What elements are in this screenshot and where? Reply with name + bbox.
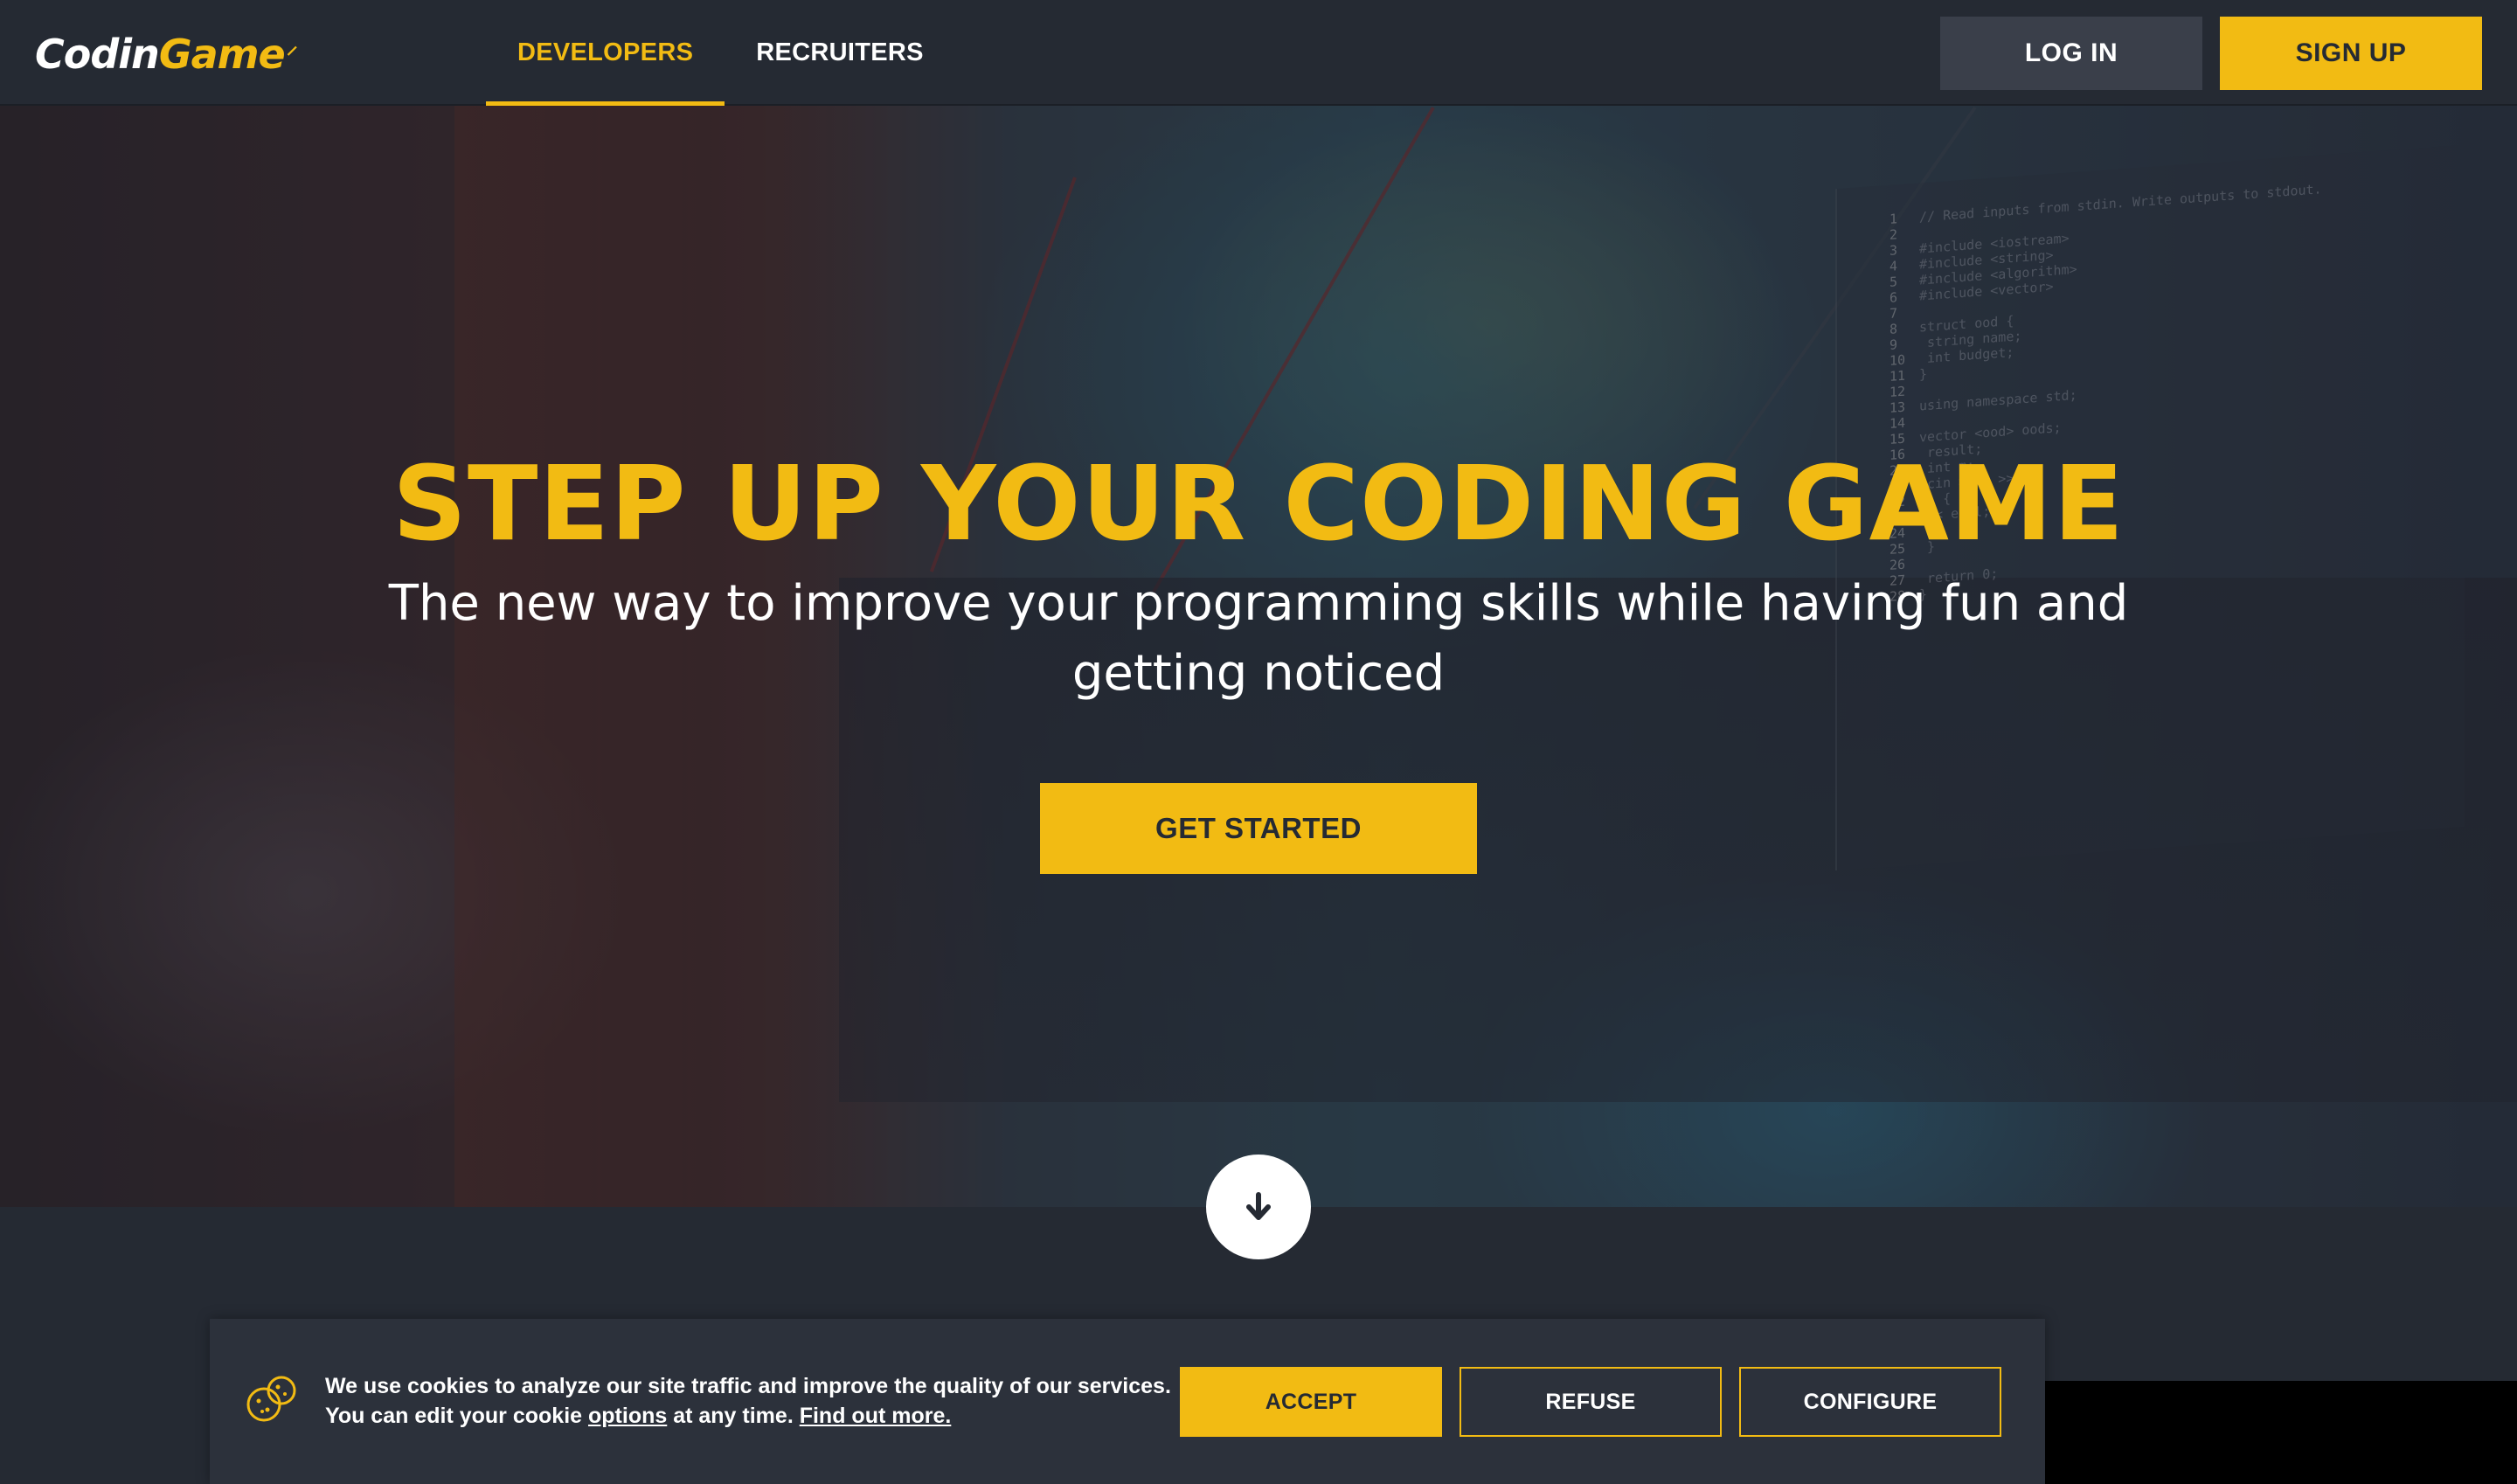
get-started-button[interactable]: GET STARTED <box>1040 783 1477 874</box>
cookie-text-segment: at any time. <box>667 1404 800 1428</box>
tab-recruiters-label: RECRUITERS <box>756 38 924 66</box>
accept-cookies-button[interactable]: ACCEPT <box>1180 1367 1442 1437</box>
refuse-cookies-button[interactable]: REFUSE <box>1460 1367 1722 1437</box>
top-navbar: Codin Game ⸝ DEVELOPERS RECRUITERS LOG IN … <box>0 0 2517 106</box>
hero-title: STEP UP YOUR CODING GAME <box>392 443 2125 564</box>
login-button[interactable]: LOG IN <box>1940 17 2202 90</box>
scroll-down-button[interactable] <box>1206 1155 1311 1259</box>
cookie-icon <box>246 1376 296 1422</box>
tab-developers-label: DEVELOPERS <box>517 38 694 66</box>
tab-recruiters[interactable]: RECRUITERS <box>725 0 955 106</box>
codingame-logo[interactable]: Codin Game ⸝ <box>35 28 298 80</box>
logo-text-part1: Codin <box>35 31 160 78</box>
dark-corner-block <box>2045 1381 2517 1484</box>
tab-developers[interactable]: DEVELOPERS <box>486 0 725 106</box>
signup-button[interactable]: SIGN UP <box>2220 17 2482 90</box>
cookie-banner: We use cookies to analyze our site traff… <box>210 1319 2045 1484</box>
logo-text-part2: Game <box>158 31 286 78</box>
arrow-down-icon <box>1246 1192 1271 1220</box>
hero-section: 1// Read inputs from stdin. Write output… <box>0 106 2517 1207</box>
cookie-text-segment: You can edit your cookie <box>325 1404 588 1428</box>
cookie-options-link[interactable]: options <box>588 1404 667 1428</box>
main-nav: DEVELOPERS RECRUITERS <box>486 0 955 106</box>
hero-subtitle: The new way to improve your programming … <box>388 575 2129 702</box>
logo-spark-icon: ⸝ <box>286 33 298 59</box>
configure-cookies-button[interactable]: CONFIGURE <box>1739 1367 2001 1437</box>
find-out-more-link[interactable]: Find out more. <box>800 1404 952 1428</box>
